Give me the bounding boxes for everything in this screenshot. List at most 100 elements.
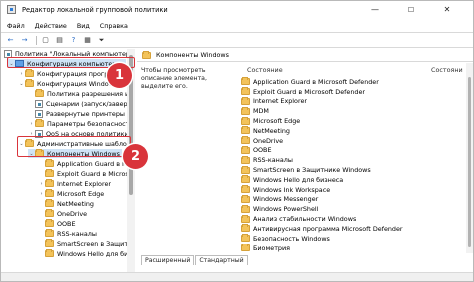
toolbar: ← → ▢ ▤ ? ▦ ⏷	[1, 34, 473, 46]
folder-icon	[241, 165, 250, 174]
maximize-button[interactable]: ☐	[397, 1, 425, 18]
list-item[interactable]: Биометрия	[241, 243, 290, 252]
folder-icon	[45, 199, 54, 207]
list-item-label: Microsoft Edge	[253, 117, 301, 126]
tree-item-windows-config[interactable]: ⌄ Конфигурация Windows	[18, 79, 117, 88]
tree-item-scripts[interactable]: Сценарии (запуск/заверше	[28, 99, 134, 108]
tree-component[interactable]: › Microsoft Edge	[38, 189, 104, 198]
column-headers: Состояние Состояни	[241, 65, 473, 75]
folder-icon	[45, 219, 54, 227]
tree-component[interactable]: OneDrive	[38, 209, 87, 218]
list-item[interactable]: Безопасность Windows	[241, 234, 330, 244]
list-item[interactable]: Microsoft Edge	[241, 116, 300, 126]
chevron-right-icon[interactable]: ›	[38, 191, 45, 197]
scripts-icon	[35, 99, 43, 108]
folder-icon	[241, 87, 250, 96]
list-item-label: Internet Explorer	[253, 97, 308, 106]
tree-component[interactable]: RSS-каналы	[38, 229, 97, 238]
tree-component[interactable]: › Internet Explorer	[38, 179, 111, 188]
tree-component[interactable]: SmartScreen в Защитнике	[38, 239, 134, 248]
list-scroll-thumb[interactable]	[468, 77, 471, 247]
list-item[interactable]: Windows Hello для бизнеса	[241, 175, 343, 185]
toolbar-divider	[1, 47, 473, 48]
list-item-label: RSS-каналы	[253, 156, 293, 165]
list-item[interactable]: SmartScreen в Защитнике Windows	[241, 165, 371, 175]
list-item[interactable]: Windows Messenger	[241, 194, 318, 205]
menu-view[interactable]: Вид	[77, 22, 90, 30]
tree-item-label: RSS-каналы	[57, 229, 97, 238]
tree-component[interactable]: NetMeeting	[38, 199, 94, 208]
printer-icon	[35, 109, 43, 118]
list-item-label: Windows Hello для бизнеса	[253, 175, 344, 184]
status-bar	[1, 272, 473, 281]
help-icon[interactable]: ?	[68, 35, 79, 45]
step-badge-1: 1	[107, 63, 132, 88]
list-item-label: Анализ стабильности Windows	[253, 215, 357, 224]
back-arrow-icon[interactable]: ←	[5, 35, 16, 45]
list-scrollbar[interactable]	[466, 63, 473, 253]
filter-icon[interactable]: ⏷	[96, 35, 107, 45]
toolbar-separator	[36, 35, 37, 45]
tree-item-label: OneDrive	[57, 209, 88, 218]
up-folder-icon[interactable]: ▢	[40, 35, 51, 45]
tree-item-printers[interactable]: Развернутые принтеры	[28, 109, 125, 118]
tree-item-label: Конфигурация програм	[37, 69, 118, 78]
tree-component[interactable]: Exploit Guard в Microsoft Def	[38, 169, 135, 178]
tree-item-label: Развернутые принтеры	[46, 109, 125, 118]
column-header-state[interactable]: Состояни	[431, 66, 463, 74]
folder-icon	[241, 106, 250, 115]
list-item[interactable]: Антивирусная программа Microsoft Defende…	[241, 224, 403, 234]
gpedit-window: Редактор локальной групповой политики — …	[0, 0, 474, 282]
list-item-label: Биометрия	[253, 243, 290, 252]
details-title: Компоненты Windows	[156, 51, 229, 59]
tab-standard[interactable]: Стандартный	[195, 255, 248, 265]
list-item[interactable]: Application Guard в Microsoft Defender	[241, 77, 379, 87]
tree-item-label: Exploit Guard в Microsoft Def	[57, 169, 135, 178]
menu-file[interactable]: Файл	[7, 22, 25, 30]
folder-icon	[241, 96, 250, 105]
chevron-right-icon[interactable]: ›	[18, 71, 25, 77]
list-item[interactable]: Exploit Guard в Microsoft Defender	[241, 87, 365, 97]
tree-item-label: SmartScreen в Защитнике	[57, 239, 134, 248]
highlight-admin-templates	[17, 136, 131, 157]
chevron-right-icon[interactable]: ›	[38, 181, 45, 187]
list-item[interactable]: Internet Explorer	[241, 96, 308, 107]
tree-component[interactable]: Windows Hello для бизн	[38, 249, 134, 258]
chevron-right-icon[interactable]: ›	[28, 121, 35, 127]
list-item-label: Безопасность Windows	[253, 234, 330, 243]
folder-icon	[35, 89, 44, 97]
list-item[interactable]: RSS-каналы	[241, 155, 293, 165]
properties-icon[interactable]: ▤	[54, 35, 65, 45]
list-item[interactable]: Анализ стабильности Windows	[241, 214, 356, 224]
tree-item-software-config[interactable]: › Конфигурация програм	[18, 69, 117, 78]
details-header: Компоненты Windows	[137, 49, 473, 62]
folder-icon	[241, 243, 250, 252]
chevron-down-icon[interactable]: ⌄	[18, 81, 25, 87]
tree-item-security[interactable]: › Параметры безопасности	[28, 119, 134, 128]
minimize-button[interactable]: —	[361, 1, 389, 18]
list-item[interactable]: OOBE	[241, 145, 271, 156]
menu-help[interactable]: Справка	[100, 22, 128, 30]
show-hide-pane-icon[interactable]: ▦	[82, 35, 93, 45]
list-item-label: Антивирусная программа Microsoft Defende…	[253, 224, 403, 233]
close-button[interactable]: ✕	[433, 1, 461, 18]
forward-arrow-icon[interactable]: →	[19, 35, 30, 45]
folder-icon	[45, 169, 54, 177]
list-item-label: Application Guard в Microsoft Defender	[253, 77, 379, 86]
tab-extended[interactable]: Расширенный	[141, 255, 195, 265]
folder-icon	[241, 126, 250, 135]
tree-component[interactable]: OOBE	[38, 219, 75, 228]
menu-action[interactable]: Действие	[35, 22, 67, 30]
tree-component[interactable]: Application Guard в Microsoft	[38, 159, 134, 168]
list-item[interactable]: NetMeeting	[241, 126, 290, 136]
list-item-label: SmartScreen в Защитнике Windows	[253, 166, 371, 175]
gpedit-app-icon	[7, 5, 16, 14]
list-item[interactable]: Windows PowerShell	[241, 204, 318, 214]
list-item[interactable]: OneDrive	[241, 136, 283, 146]
menu-bar: Файл Действие Вид Справка	[1, 20, 138, 31]
tree-item-name-resolution[interactable]: Политика разрешения име	[28, 89, 134, 98]
list-item[interactable]: MDM	[241, 106, 269, 116]
list-item[interactable]: Windows Ink Workspace	[241, 185, 330, 195]
column-header-setting[interactable]: Состояние	[247, 66, 283, 74]
folder-icon	[241, 224, 250, 233]
